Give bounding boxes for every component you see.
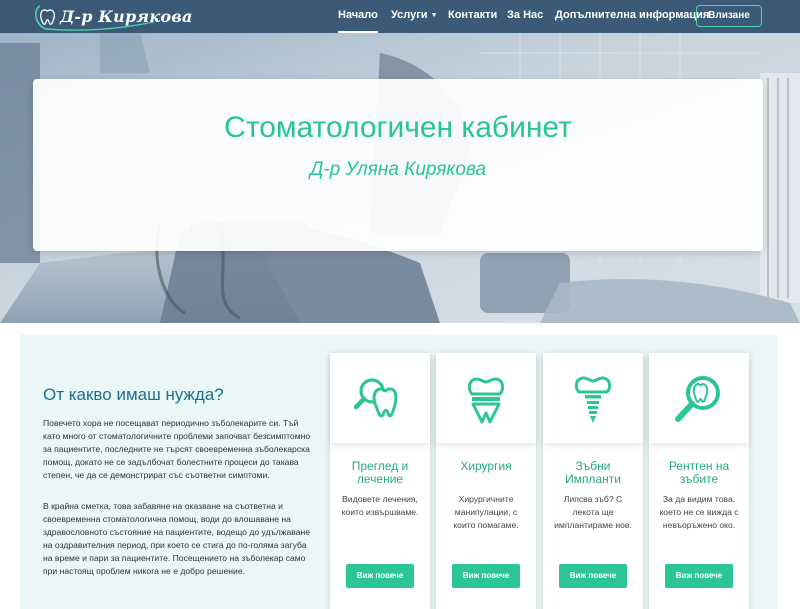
see-more-button[interactable]: Виж повече: [665, 564, 733, 588]
service-card-xray: Рентген на зъбите За да видим това, коет…: [649, 353, 749, 609]
service-description: За да видим това, което не се вижда с не…: [659, 494, 739, 530]
nav-more-info-label: Допълнителна информация: [555, 9, 710, 21]
dental-implant-icon: [574, 376, 612, 423]
intro-paragraph-1: Повечето хора не посещават периодично зъ…: [43, 418, 311, 480]
nav-services-label: Услуги: [391, 9, 428, 21]
see-more-button[interactable]: Виж повече: [452, 564, 520, 588]
tooth-crown-icon: [467, 377, 505, 424]
site-logo[interactable]: Д-р Кирякова: [34, 2, 192, 32]
service-icon-box: [436, 353, 536, 443]
service-icon-box: [649, 353, 749, 443]
service-title: Хирургия: [460, 459, 512, 473]
service-description: Хирургичните манипулации, с които помага…: [453, 494, 519, 530]
tooth-search-icon: [354, 378, 398, 418]
service-icon-box: [543, 353, 643, 443]
service-title: Преглед и лечение: [351, 459, 409, 486]
caret-down-icon: ▼: [430, 12, 438, 19]
service-description: Липсва зъб? С лекота ще имплантираме нов…: [554, 494, 632, 530]
logo-text: Д-р Кирякова: [60, 7, 193, 26]
nav-contacts-label: Контакти: [448, 9, 498, 21]
login-button[interactable]: Влизане: [696, 5, 762, 27]
intro-paragraph-2: В крайна сметка, това забавяне на оказва…: [43, 501, 311, 576]
xray-magnifier-icon: [675, 376, 720, 422]
nav-about-label: За Нас: [507, 9, 544, 21]
hero-subtitle: Д-р Уляна Кирякова: [309, 159, 487, 180]
service-description: Видовете лечения, които извършваме.: [341, 494, 419, 517]
nav-contacts[interactable]: Контакти: [448, 0, 497, 33]
nav-home-label: Начало: [338, 9, 378, 21]
nav-more-info[interactable]: Допълнителна информация: [555, 0, 709, 33]
hero-card: Стоматологичен кабинет Д-р Уляна Киряков…: [33, 79, 763, 251]
nav-home[interactable]: Начало: [338, 0, 378, 33]
nav-about[interactable]: За Нас: [507, 0, 543, 33]
hero-banner: Стоматологичен кабинет Д-р Уляна Киряков…: [0, 33, 800, 323]
intro-heading: От какво имаш нужда?: [43, 385, 224, 404]
service-card-implants: Зъбни Импланти Липсва зъб? С лекота ще и…: [543, 353, 643, 609]
service-icon-box: [330, 353, 430, 443]
see-more-button[interactable]: Виж повече: [346, 564, 414, 588]
service-card-surgery: Хирургия Хирургичните манипулации, с кои…: [436, 353, 536, 609]
nav-services[interactable]: Услуги ▼: [391, 0, 438, 33]
service-card-checkup: Преглед и лечение Видовете лечения, коит…: [330, 353, 430, 609]
hero-title: Стоматологичен кабинет: [224, 111, 572, 144]
see-more-button[interactable]: Виж повече: [559, 564, 627, 588]
top-navbar: Д-р Кирякова Начало Услуги ▼ Контакти За …: [0, 0, 800, 33]
service-title: Рентген на зъбите: [668, 459, 730, 486]
service-title: Зъбни Импланти: [565, 459, 621, 486]
